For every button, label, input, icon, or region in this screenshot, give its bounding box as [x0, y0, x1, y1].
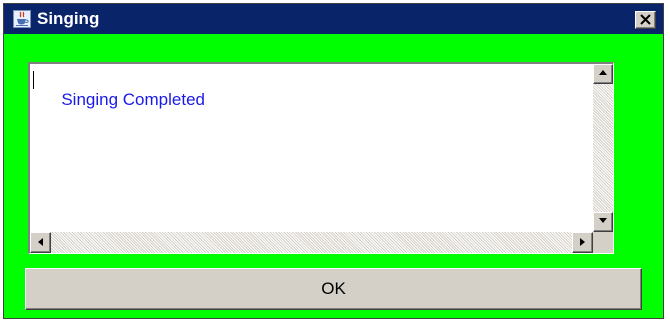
vertical-scrollbar[interactable]: [593, 64, 613, 232]
text-caret: [33, 71, 34, 89]
arrow-up-icon: [599, 70, 607, 75]
close-icon: [640, 14, 651, 25]
scrollbar-corner: [593, 232, 613, 253]
arrow-down-icon: [599, 218, 607, 223]
scroll-left-button[interactable]: [30, 232, 51, 253]
title-bar[interactable]: Singing: [4, 4, 663, 34]
scroll-right-button[interactable]: [572, 232, 593, 253]
singing-dialog: Singing Singing Completed OK: [3, 3, 664, 319]
close-button[interactable]: [635, 11, 656, 29]
ok-button[interactable]: OK: [25, 268, 642, 310]
horizontal-scrollbar[interactable]: [30, 232, 593, 253]
message-scroll-pane[interactable]: Singing Completed: [28, 62, 614, 254]
scroll-down-button[interactable]: [593, 212, 613, 232]
java-cup-icon: [13, 10, 31, 28]
scroll-up-button[interactable]: [593, 64, 613, 84]
arrow-right-icon: [580, 238, 585, 246]
window-title: Singing: [37, 9, 100, 28]
message-text-area[interactable]: Singing Completed: [30, 64, 593, 232]
message-text: Singing Completed: [61, 90, 205, 109]
arrow-left-icon: [38, 238, 43, 246]
